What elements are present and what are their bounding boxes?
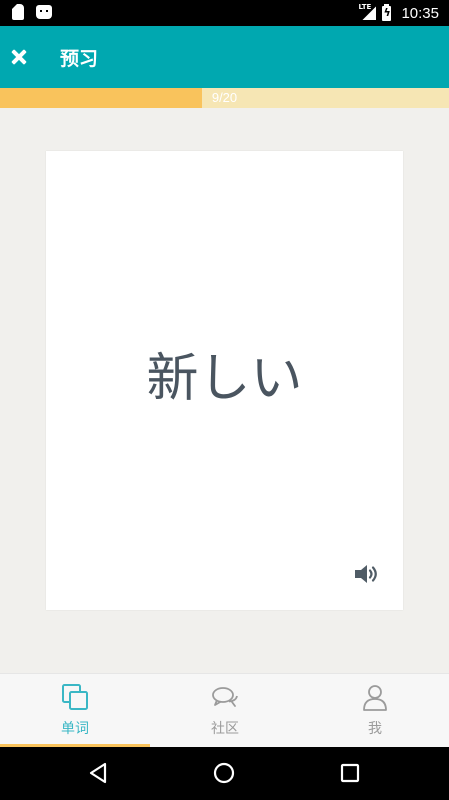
status-bar: LTE 10:35 (0, 0, 449, 26)
person-icon (363, 685, 387, 711)
speaker-icon[interactable] (353, 562, 381, 586)
home-icon[interactable] (212, 761, 236, 785)
sd-card-icon (12, 4, 24, 20)
android-notification-icon (36, 5, 52, 19)
app-bar: 预习 (0, 26, 449, 88)
page-title: 预习 (60, 48, 99, 70)
progress-label: 9/20 (211, 90, 238, 105)
recents-icon[interactable] (338, 761, 362, 785)
tab-words-label: 单词 (61, 721, 89, 737)
flashcard-word: 新しい (146, 349, 303, 409)
tab-words[interactable]: 单词 (0, 674, 150, 748)
battery-charging-icon (382, 3, 392, 21)
close-icon[interactable] (8, 46, 30, 68)
signal-icon: LTE (358, 3, 376, 20)
bottom-nav: 单词 社区 我 (0, 673, 449, 748)
chat-icon (212, 687, 238, 707)
tab-community[interactable]: 社区 (150, 674, 300, 748)
system-navigation-bar (0, 747, 449, 800)
tab-me-label: 我 (368, 721, 382, 737)
network-type-label: LTE (358, 3, 372, 11)
progress-bar: 9/20 (0, 88, 449, 108)
tab-me[interactable]: 我 (300, 674, 449, 748)
back-icon[interactable] (86, 761, 110, 785)
flashcard[interactable]: 新しい (46, 151, 403, 610)
cards-icon (62, 684, 88, 710)
tab-community-label: 社区 (211, 721, 239, 737)
status-time: 10:35 (401, 4, 439, 22)
